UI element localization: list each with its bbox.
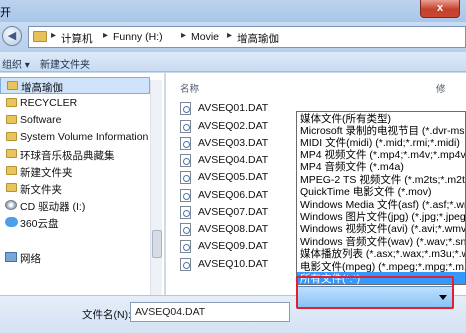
file-icon: [180, 171, 191, 184]
column-header-name[interactable]: 名称: [180, 81, 199, 95]
nav-item-label: System Volume Information: [20, 131, 149, 143]
filename-input[interactable]: AVSEQ04.DAT: [130, 302, 290, 322]
nav-item-system-volume[interactable]: System Volume Information: [0, 129, 150, 146]
nav-item-network[interactable]: 网络: [0, 249, 150, 266]
nav-item-label: 新建文件夹: [20, 167, 73, 179]
back-button[interactable]: ◀: [2, 26, 22, 46]
file-type-option[interactable]: MP4 音频文件 (*.m4a): [297, 160, 465, 174]
file-name: AVSEQ04.DAT: [198, 154, 269, 166]
file-name: AVSEQ01.DAT: [198, 102, 269, 114]
file-icon: [180, 240, 191, 253]
folder-icon: [6, 149, 17, 158]
folder-icon: [6, 98, 17, 107]
nav-item-label: 环球音乐极品典藏集: [20, 150, 115, 162]
filename-label: 文件名(N):: [82, 309, 131, 321]
file-item[interactable]: AVSEQ05.DAT: [180, 170, 290, 186]
file-icon: [180, 137, 191, 150]
folder-icon: [6, 132, 17, 141]
chevron-right-icon: ▸: [181, 30, 187, 41]
new-folder-button[interactable]: 新建文件夹: [40, 56, 90, 71]
file-item[interactable]: AVSEQ09.DAT: [180, 239, 290, 255]
file-icon: [180, 120, 191, 133]
file-name: AVSEQ07.DAT: [198, 206, 269, 218]
folder-icon: [6, 183, 17, 192]
file-item[interactable]: AVSEQ10.DAT: [180, 257, 290, 273]
breadcrumb-drive[interactable]: Funny (H:): [113, 31, 163, 43]
file-name: AVSEQ02.DAT: [198, 120, 269, 132]
file-item[interactable]: AVSEQ02.DAT: [180, 119, 290, 135]
file-name: AVSEQ08.DAT: [198, 223, 269, 235]
network-icon: [5, 252, 17, 262]
scrollbar-thumb[interactable]: [152, 230, 162, 258]
file-icon: [180, 258, 191, 271]
organize-button[interactable]: 组织 ▾: [2, 56, 30, 71]
folder-icon: [33, 31, 47, 42]
title-bar: 开 x: [0, 0, 466, 22]
nav-item-music[interactable]: 环球音乐极品典藏集: [0, 146, 150, 163]
window-title: 开: [0, 7, 11, 19]
file-name: AVSEQ10.DAT: [198, 258, 269, 270]
file-type-option[interactable]: Windows 视频文件(avi) (*.avi;*.wmv): [297, 222, 465, 236]
nav-item-current-folder[interactable]: 增高瑜伽: [0, 77, 150, 94]
nav-item-label: CD 驱动器 (I:): [20, 201, 86, 213]
chevron-right-icon: ▸: [51, 30, 57, 41]
nav-item-new-folder-2[interactable]: 新文件夹: [0, 180, 150, 197]
nav-item-recycler[interactable]: RECYCLER: [0, 95, 150, 112]
chevron-right-icon: ▸: [103, 30, 109, 41]
file-item[interactable]: AVSEQ04.DAT: [180, 153, 290, 169]
navigation-bar: ◀ ▸ 计算机 ▸ Funny (H:) ▸ Movie ▸ 增高瑜伽: [0, 22, 466, 52]
file-name: AVSEQ05.DAT: [198, 171, 269, 183]
file-name: AVSEQ06.DAT: [198, 189, 269, 201]
file-type-option[interactable]: 媒体播放列表 (*.asx;*.wax;*.m3u;*.wp: [297, 247, 465, 261]
file-icon: [180, 189, 191, 202]
folder-icon: [6, 115, 17, 124]
nav-item-label: 增高瑜伽: [21, 82, 63, 94]
nav-scrollbar[interactable]: [150, 80, 162, 295]
column-header-modified[interactable]: 修: [436, 81, 446, 95]
file-item[interactable]: AVSEQ03.DAT: [180, 136, 290, 152]
nav-item-label: 网络: [20, 253, 41, 265]
file-name: AVSEQ03.DAT: [198, 137, 269, 149]
file-icon: [180, 154, 191, 167]
nav-item-label: 360云盘: [20, 218, 59, 230]
breadcrumb-movie[interactable]: Movie: [191, 31, 219, 43]
file-icon: [180, 206, 191, 219]
folder-icon: [7, 81, 18, 90]
navigation-pane: 增高瑜伽 RECYCLER Software System Volume Inf…: [0, 73, 165, 295]
nav-item-new-folder[interactable]: 新建文件夹: [0, 163, 150, 180]
file-icon: [180, 102, 191, 115]
address-bar[interactable]: ▸ 计算机 ▸ Funny (H:) ▸ Movie ▸ 增高瑜伽: [28, 26, 466, 48]
nav-item-label: 新文件夹: [20, 184, 62, 196]
file-icon: [180, 223, 191, 236]
cd-drive-icon: [5, 200, 17, 210]
toolbar: 组织 ▾ 新建文件夹: [0, 52, 466, 72]
nav-item-label: RECYCLER: [20, 97, 78, 109]
highlight-annotation: [296, 276, 454, 309]
file-item[interactable]: AVSEQ07.DAT: [180, 205, 290, 221]
nav-item-label: Software: [20, 114, 62, 126]
file-type-dropdown-list[interactable]: 媒体文件(所有类型) Microsoft 录制的电视节目 (*.dvr-ms;*…: [296, 111, 466, 285]
file-item[interactable]: AVSEQ08.DAT: [180, 222, 290, 238]
chevron-right-icon: ▸: [227, 30, 233, 41]
breadcrumb-computer[interactable]: 计算机: [61, 31, 93, 46]
file-name: AVSEQ09.DAT: [198, 240, 269, 252]
nav-item-360-cloud[interactable]: 360云盘: [0, 214, 150, 231]
watermark: 创造多彩人生: [290, 33, 362, 45]
file-type-option[interactable]: QuickTime 电影文件 (*.mov): [297, 185, 465, 199]
folder-icon: [6, 166, 17, 175]
nav-item-cd-drive[interactable]: CD 驱动器 (I:): [0, 197, 150, 214]
file-item[interactable]: AVSEQ01.DAT: [180, 101, 290, 117]
close-button[interactable]: x: [420, 0, 460, 18]
cloud-icon: [5, 217, 18, 227]
breadcrumb-current-folder[interactable]: 增高瑜伽: [237, 31, 279, 46]
nav-item-software[interactable]: Software: [0, 112, 150, 129]
file-item[interactable]: AVSEQ06.DAT: [180, 188, 290, 204]
